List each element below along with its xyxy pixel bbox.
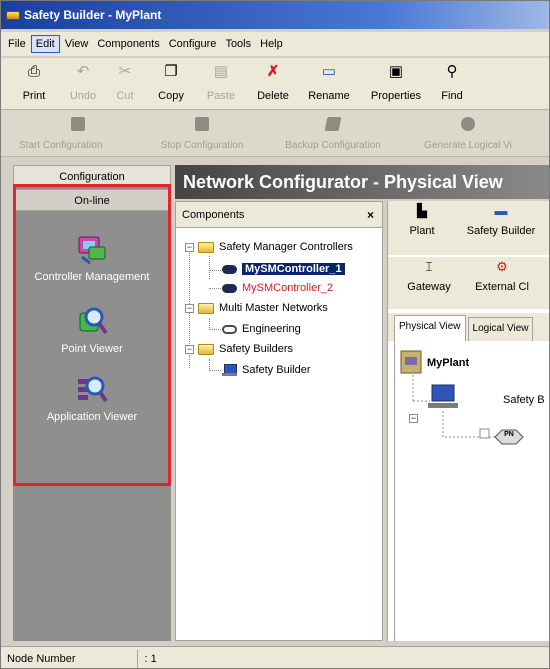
copy-icon: ❐: [164, 63, 178, 80]
point-viewer-icon: [76, 305, 108, 337]
backup-configuration-button[interactable]: Backup Configuration: [265, 111, 401, 156]
network-node-label[interactable]: PN: [501, 431, 517, 438]
network-icon: [222, 324, 237, 334]
generate-logical-view-button[interactable]: Generate Logical Vi: [409, 111, 527, 156]
laptop-icon: [222, 364, 237, 376]
tree-node-controller-1[interactable]: MySMController_1: [222, 261, 345, 277]
network-view-panel: ▙ Plant ▬ Safety Builder ⌶ Gateway ⚙ Ext…: [387, 201, 549, 641]
undo-icon: ↶: [76, 63, 90, 80]
external-clock-icon: ⚙: [496, 259, 508, 274]
left-navigation-pane: Configuration On-line Controller Managem…: [13, 165, 171, 641]
configuration-toolbar: Start Configuration Stop Configuration B…: [1, 111, 549, 157]
controller-management-icon: [76, 233, 108, 265]
menu-components[interactable]: Components: [93, 36, 163, 52]
tab-logical-view[interactable]: Logical View: [467, 317, 534, 341]
backup-configuration-icon: [324, 117, 342, 131]
window-title: Safety Builder - MyPlant: [24, 8, 162, 22]
components-panel-header: Components ×: [176, 202, 382, 228]
nav-point-viewer[interactable]: Point Viewer: [13, 305, 171, 355]
tree-node-networks[interactable]: − Multi Master Networks: [185, 300, 328, 316]
palette-row-2: ⌶ Gateway ⚙ External Cl: [388, 257, 549, 309]
view-header: Network Configurator - Physical View: [175, 165, 549, 199]
tree-node-safety-builder[interactable]: Safety Builder: [222, 362, 310, 378]
safety-builder-icon: ▬: [494, 203, 508, 218]
rename-icon: ▭: [321, 63, 337, 80]
main-toolbar: ⎙ Print ↶ Undo ✂ Cut ❐ Copy ▤ Paste ✗ De…: [1, 58, 549, 110]
nav-controller-management[interactable]: Controller Management: [13, 233, 171, 283]
menu-edit[interactable]: Edit: [30, 35, 60, 53]
paste-button[interactable]: ▤ Paste: [201, 58, 241, 108]
palette-safety-builder[interactable]: ▬ Safety Builder: [456, 201, 546, 255]
find-icon: ⚲: [446, 63, 458, 80]
tab-configuration[interactable]: Configuration: [13, 165, 171, 187]
delete-button[interactable]: ✗ Delete: [249, 58, 297, 108]
nav-point-viewer-label: Point Viewer: [61, 343, 123, 355]
status-bar: Node Number : 1: [1, 646, 549, 668]
palette-row-1: ▙ Plant ▬ Safety Builder: [388, 201, 549, 255]
menu-view[interactable]: View: [61, 36, 93, 52]
tree-node-engineering[interactable]: Engineering: [222, 321, 301, 337]
status-separator: [137, 649, 139, 668]
undo-button[interactable]: ↶ Undo: [63, 58, 103, 108]
print-icon: ⎙: [27, 63, 40, 80]
print-button[interactable]: ⎙ Print: [11, 58, 57, 108]
delete-icon: ✗: [266, 63, 280, 80]
app-window: Safety Builder - MyPlant File Edit View …: [0, 0, 550, 669]
tab-online[interactable]: On-line: [13, 189, 171, 211]
collapse-icon[interactable]: −: [185, 303, 194, 313]
status-value: : 1: [144, 652, 157, 665]
nav-controller-management-label: Controller Management: [34, 271, 150, 283]
palette-plant[interactable]: ▙ Plant: [402, 201, 442, 255]
tree-node-controller-2[interactable]: MySMController_2: [222, 280, 333, 296]
paste-icon: ▤: [213, 63, 229, 80]
status-label: Node Number: [7, 652, 76, 665]
components-panel-title: Components: [182, 208, 245, 221]
tree-node-controllers[interactable]: − Safety Manager Controllers: [185, 239, 353, 255]
controller-icon: [222, 283, 237, 293]
collapse-icon[interactable]: −: [185, 344, 194, 354]
title-bar: Safety Builder - MyPlant: [1, 1, 549, 29]
folder-icon: [198, 241, 214, 253]
nav-application-viewer-label: Application Viewer: [46, 411, 138, 423]
collapse-icon[interactable]: −: [409, 414, 418, 423]
cut-button[interactable]: ✂ Cut: [107, 58, 143, 108]
collapse-icon[interactable]: −: [185, 242, 194, 252]
plant-icon: ▙: [417, 203, 427, 218]
plant-node-label[interactable]: MyPlant: [427, 357, 469, 369]
palette-external-clock[interactable]: ⚙ External Cl: [462, 257, 542, 309]
find-button[interactable]: ⚲ Find: [437, 58, 467, 108]
start-configuration-button[interactable]: Start Configuration: [19, 111, 139, 156]
close-icon[interactable]: ×: [367, 208, 374, 222]
properties-button[interactable]: ▣ Properties: [363, 58, 429, 108]
folder-icon: [198, 343, 214, 355]
components-panel: Components × − Safety Manager Controller…: [175, 201, 383, 641]
stop-configuration-icon: [195, 117, 209, 131]
controller-icon: [222, 264, 237, 274]
rename-button[interactable]: ▭ Rename: [301, 58, 357, 108]
tree-node-builders[interactable]: − Safety Builders: [185, 341, 293, 357]
menu-help[interactable]: Help: [256, 36, 287, 52]
folder-icon: [198, 302, 214, 314]
cut-icon: ✂: [118, 63, 132, 80]
stop-configuration-button[interactable]: Stop Configuration: [143, 111, 261, 156]
menu-configure[interactable]: Configure: [165, 36, 221, 52]
safety-builder-node-label[interactable]: Safety B: [503, 394, 545, 406]
palette-gateway[interactable]: ⌶ Gateway: [404, 257, 454, 309]
app-icon: [6, 10, 20, 20]
copy-button[interactable]: ❐ Copy: [151, 58, 191, 108]
view-tabs: Physical View Logical View: [388, 313, 549, 341]
menu-file[interactable]: File: [4, 36, 30, 52]
tab-physical-view[interactable]: Physical View: [394, 315, 466, 341]
physical-view-canvas: − MyPlant Safety B PN: [394, 341, 549, 641]
application-viewer-icon: [76, 373, 108, 405]
generate-logical-view-icon: [461, 117, 475, 131]
menu-bar: File Edit View Components Configure Tool…: [1, 32, 549, 56]
menu-tools[interactable]: Tools: [221, 36, 255, 52]
nav-application-viewer[interactable]: Application Viewer: [13, 373, 171, 423]
properties-icon: ▣: [388, 63, 404, 80]
gateway-icon: ⌶: [425, 259, 433, 274]
start-configuration-icon: [71, 117, 85, 131]
